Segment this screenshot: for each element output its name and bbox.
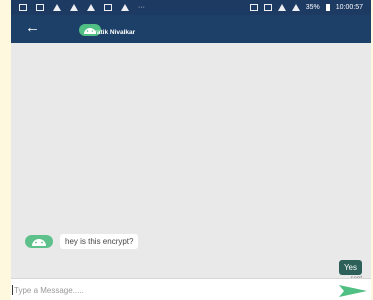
instagram-icon — [104, 4, 112, 11]
chat-toolbar: ← Pratik Nivalkar — [11, 15, 371, 43]
message-input[interactable] — [12, 283, 334, 297]
back-arrow-icon[interactable]: ← — [25, 20, 41, 36]
message-icon — [19, 4, 27, 11]
vibrate-icon — [249, 4, 258, 11]
airplane-icon — [291, 4, 300, 11]
notification-icons: ··· — [19, 0, 148, 15]
phone-screen: ··· 35% 10:00:57 ← Pratik Nivalkar hey i… — [11, 0, 371, 300]
notification-icon — [121, 4, 129, 11]
system-icons: 35% 10:00:57 — [249, 0, 363, 15]
alarm-icon — [263, 4, 272, 11]
notification-icon — [70, 4, 78, 11]
sender-avatar — [25, 235, 53, 248]
outgoing-bubble: Yes — [338, 260, 362, 275]
image-icon — [36, 4, 44, 11]
notification-icon — [87, 4, 95, 11]
contact-name[interactable]: Pratik Nivalkar — [90, 29, 135, 36]
notification-icon — [53, 4, 61, 11]
incoming-bubble: hey is this encrypt? — [60, 234, 139, 249]
battery-icon — [325, 4, 330, 11]
send-icon[interactable] — [338, 284, 368, 298]
status-bar: ··· 35% 10:00:57 — [11, 0, 371, 15]
battery-percent: 35% — [305, 4, 320, 11]
wifi-icon — [277, 4, 286, 11]
android-icon — [32, 239, 46, 246]
composer — [11, 278, 371, 300]
clock: 10:00:57 — [335, 4, 363, 11]
more-notifications-icon: ··· — [138, 4, 145, 11]
message-list[interactable]: hey is this encrypt? Yes sent — [11, 43, 371, 282]
incoming-message: hey is this encrypt? — [25, 234, 139, 249]
